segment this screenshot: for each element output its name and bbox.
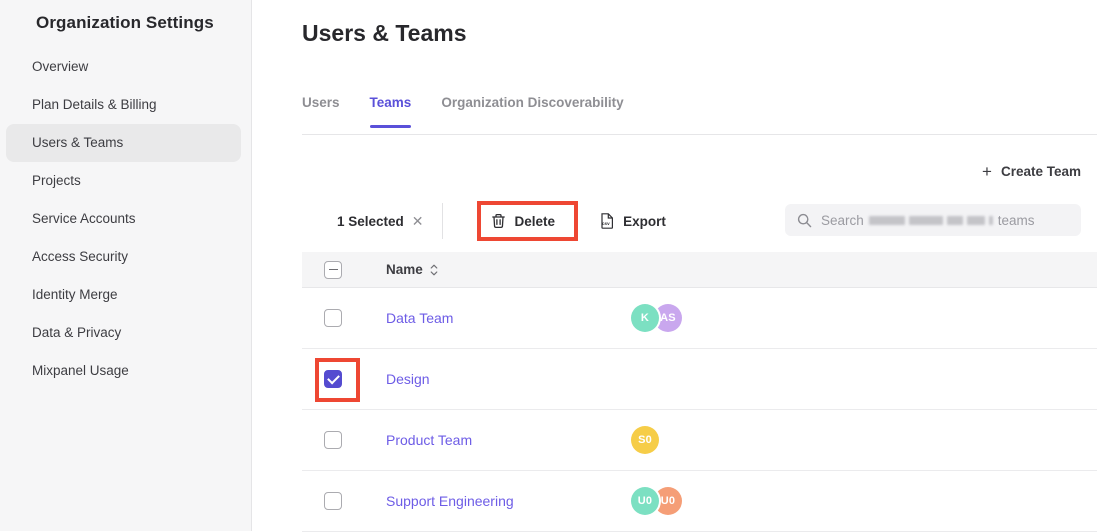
name-column-header[interactable]: Name — [386, 262, 423, 277]
sort-icon[interactable] — [430, 264, 438, 276]
member-avatars: S0 — [631, 426, 659, 454]
member-avatars: K AS — [631, 304, 682, 332]
team-link-product-team[interactable]: Product Team — [386, 432, 472, 448]
export-button[interactable]: csv Export — [599, 213, 666, 229]
table-row: Design — [302, 349, 1097, 410]
sidebar-item-plan-details-billing[interactable]: Plan Details & Billing — [6, 86, 241, 124]
trash-icon — [491, 213, 506, 229]
tab-organization-discoverability[interactable]: Organization Discoverability — [441, 95, 623, 128]
bulk-action-toolbar: 1 Selected ✕ Delete csv — [302, 202, 666, 240]
tab-divider — [302, 134, 1097, 135]
create-team-button[interactable]: + Create Team — [982, 163, 1081, 180]
delete-label: Delete — [515, 214, 556, 229]
search-teams-input[interactable]: Search teams — [785, 204, 1081, 236]
sidebar-nav: Overview Plan Details & Billing Users & … — [0, 48, 251, 390]
sidebar-item-projects[interactable]: Projects — [6, 162, 241, 200]
plus-icon: + — [982, 163, 992, 180]
avatar: S0 — [631, 426, 659, 454]
table-row: Product Team S0 — [302, 410, 1097, 471]
teams-table: Name Data Team K AS Design Prod — [302, 252, 1097, 532]
avatar: U0 — [631, 487, 659, 515]
row-checkbox-design[interactable] — [324, 370, 342, 388]
sidebar-item-overview[interactable]: Overview — [6, 48, 241, 86]
create-team-label: Create Team — [1001, 164, 1081, 179]
delete-button[interactable]: Delete — [491, 213, 556, 229]
clear-selection-icon[interactable]: ✕ — [412, 214, 424, 228]
selection-indicator: 1 Selected ✕ — [337, 214, 424, 229]
table-header-row: Name — [302, 252, 1097, 288]
tab-bar: Users Teams Organization Discoverability — [302, 95, 624, 128]
sidebar-title: Organization Settings — [0, 0, 251, 33]
toolbar-divider — [442, 203, 443, 239]
row-checkbox-product-team[interactable] — [324, 431, 342, 449]
tab-teams[interactable]: Teams — [370, 95, 412, 128]
row-checkbox-data-team[interactable] — [324, 309, 342, 327]
row-checkbox-support-engineering[interactable] — [324, 492, 342, 510]
main-content: Users & Teams Users Teams Organization D… — [302, 0, 1097, 531]
search-placeholder: Search teams — [821, 213, 1035, 228]
search-icon — [797, 213, 812, 228]
table-row: Data Team K AS — [302, 288, 1097, 349]
team-link-support-engineering[interactable]: Support Engineering — [386, 493, 514, 509]
svg-text:csv: csv — [602, 221, 610, 226]
sidebar-item-identity-merge[interactable]: Identity Merge — [6, 276, 241, 314]
page-title: Users & Teams — [302, 20, 467, 47]
csv-file-icon: csv — [599, 213, 614, 229]
team-link-data-team[interactable]: Data Team — [386, 310, 453, 326]
member-avatars: U0 U0 — [631, 487, 682, 515]
sidebar-item-data-privacy[interactable]: Data & Privacy — [6, 314, 241, 352]
table-row: Support Engineering U0 U0 — [302, 471, 1097, 532]
select-all-checkbox[interactable] — [324, 261, 342, 279]
sidebar-item-access-security[interactable]: Access Security — [6, 238, 241, 276]
tab-users[interactable]: Users — [302, 95, 340, 128]
redacted-text — [869, 216, 993, 225]
avatar: K — [631, 304, 659, 332]
selected-count: 1 Selected — [337, 214, 404, 229]
sidebar: Organization Settings Overview Plan Deta… — [0, 0, 252, 531]
export-label: Export — [623, 214, 666, 229]
sidebar-item-mixpanel-usage[interactable]: Mixpanel Usage — [6, 352, 241, 390]
team-link-design[interactable]: Design — [386, 371, 430, 387]
sidebar-item-users-teams[interactable]: Users & Teams — [6, 124, 241, 162]
sidebar-item-service-accounts[interactable]: Service Accounts — [6, 200, 241, 238]
